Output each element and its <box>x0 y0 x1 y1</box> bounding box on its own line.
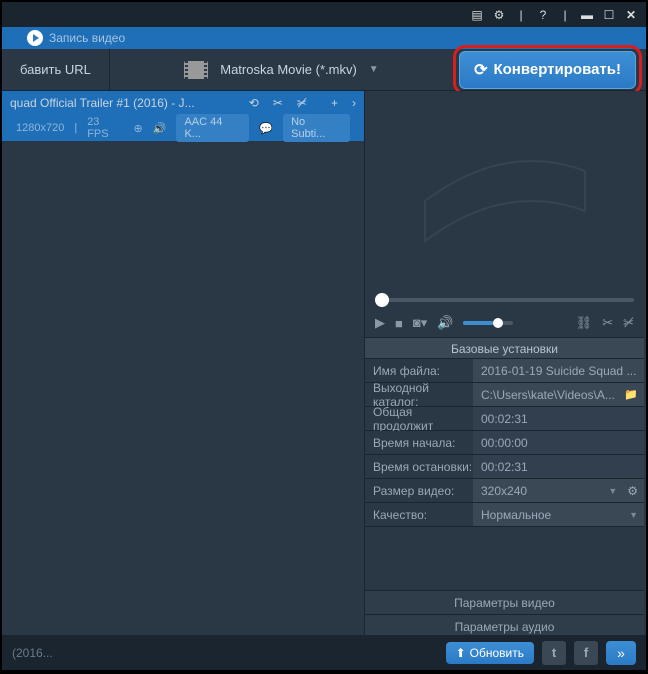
track-title: quad Official Trailer #1 (2016) - J... <box>10 96 195 110</box>
subtitle-icon[interactable]: 💬 <box>259 122 273 135</box>
update-button[interactable]: ⬆ Обновить <box>446 642 534 664</box>
divider: | <box>558 8 572 22</box>
settings-header: Базовые установки <box>365 337 644 359</box>
row-start-time: Время начала: 00:00:00 <box>365 431 644 455</box>
titlebar: ▤ ⚙ | ? | ▬ ☐ ✕ <box>2 2 646 27</box>
divider: | <box>514 8 528 22</box>
play-circle-icon <box>27 30 43 46</box>
refresh-icon: ⟳ <box>474 60 487 80</box>
row-stop-time: Время остановки: 00:02:31 <box>365 455 644 479</box>
maximize-icon[interactable]: ☐ <box>602 8 616 22</box>
subtitle-pill[interactable]: No Subti... <box>283 114 350 142</box>
convert-button-highlight: ⟳ Конвертировать! <box>453 45 642 95</box>
record-label: Запись видео <box>49 31 125 45</box>
camera-icon[interactable]: ◙▾ <box>413 315 427 331</box>
chevron-down-icon: ▼ <box>608 486 617 496</box>
facebook-button[interactable]: f <box>574 641 598 665</box>
link-icon[interactable]: ⛓ <box>576 315 593 331</box>
update-label: Обновить <box>470 646 524 660</box>
label-duration: Общая продолжит <box>365 407 473 430</box>
label-video-size: Размер видео: <box>365 479 473 502</box>
twitter-button[interactable]: t <box>542 641 566 665</box>
convert-label: Конвертировать! <box>493 61 621 78</box>
scissors-icon[interactable]: ✂ <box>602 315 613 331</box>
next-button[interactable]: » <box>606 641 636 665</box>
value-filename[interactable]: 2016-01-19 Suicide Squad ... <box>473 359 644 382</box>
video-params-button[interactable]: Параметры видео <box>365 591 644 615</box>
row-video-size: Размер видео: 320x240▼⚙ <box>365 479 644 503</box>
label-stop-time: Время остановки: <box>365 455 473 478</box>
footer-status: (2016... <box>12 646 53 660</box>
value-output-dir[interactable]: C:\Users\kate\Videos\A...📁 <box>473 383 644 406</box>
video-preview <box>365 91 644 291</box>
divider: | <box>74 122 77 134</box>
value-start-time[interactable]: 00:00:00 <box>473 431 644 454</box>
label-start-time: Время начала: <box>365 431 473 454</box>
seek-thumb[interactable] <box>375 293 389 307</box>
add-url-label: бавить URL <box>20 62 91 77</box>
volume-icon[interactable]: 🔊 <box>437 315 453 331</box>
close-icon[interactable]: ✕ <box>624 8 638 22</box>
value-stop-time[interactable]: 00:02:31 <box>473 455 644 478</box>
row-filename: Имя файла: 2016-01-19 Suicide Squad ... <box>365 359 644 383</box>
format-selector[interactable]: Matroska Movie (*.mkv) ▼ <box>110 61 453 79</box>
fps-text: 23 FPS <box>87 116 123 140</box>
close-tab-icon[interactable]: › <box>352 96 356 110</box>
gear-icon[interactable]: ⚙ <box>492 8 506 22</box>
label-quality: Качество: <box>365 503 473 526</box>
row-quality: Качество: Нормальное▼ <box>365 503 644 527</box>
track-tab[interactable]: quad Official Trailer #1 (2016) - J... ⟲… <box>2 91 364 115</box>
chevron-down-icon: ▼ <box>629 510 638 520</box>
upload-icon: ⬆ <box>456 646 466 660</box>
crosshair-icon[interactable]: ⊕ <box>134 122 143 135</box>
row-duration: Общая продолжит 00:02:31 <box>365 407 644 431</box>
value-quality[interactable]: Нормальное▼ <box>473 503 644 526</box>
audio-codec-pill[interactable]: AAC 44 K... <box>176 114 249 142</box>
value-duration: 00:02:31 <box>473 407 644 430</box>
format-text: Matroska Movie (*.mkv) <box>220 62 357 77</box>
track-details: 1280x720 | 23 FPS ⊕ 🔊 AAC 44 K... 💬 No S… <box>2 115 364 141</box>
speaker-icon[interactable]: 🔊 <box>153 122 167 135</box>
play-icon[interactable]: ▶ <box>375 315 385 331</box>
right-panel: ▶ ■ ◙▾ 🔊 ⛓ ✂ ✂̸ Базовые установки Имя фа… <box>364 91 644 639</box>
value-video-size[interactable]: 320x240▼⚙ <box>473 479 644 502</box>
add-url-button[interactable]: бавить URL <box>2 49 110 90</box>
chevron-down-icon: ▼ <box>369 64 379 75</box>
row-output-dir: Выходной каталог: C:\Users\kate\Videos\A… <box>365 383 644 407</box>
convert-button[interactable]: ⟳ Конвертировать! <box>459 51 636 89</box>
refresh-icon[interactable]: ⟲ <box>249 96 259 110</box>
help-icon[interactable]: ? <box>536 8 550 22</box>
scissors-icon[interactable]: ✂ <box>273 96 283 110</box>
gear-icon[interactable]: ⚙ <box>627 484 638 498</box>
footer: (2016... ⬆ Обновить t f » <box>2 635 646 670</box>
folder-icon[interactable]: 📁 <box>624 388 638 401</box>
crossed-scissors-icon[interactable]: ✂̸ <box>623 315 634 331</box>
label-filename: Имя файла: <box>365 359 473 382</box>
playback-controls: ▶ ■ ◙▾ 🔊 ⛓ ✂ ✂̸ <box>365 309 644 337</box>
minimize-icon[interactable]: ▬ <box>580 8 594 22</box>
volume-slider[interactable] <box>463 321 513 325</box>
list-icon[interactable]: ▤ <box>470 8 484 22</box>
stop-icon[interactable]: ■ <box>395 316 403 331</box>
seek-bar[interactable] <box>365 291 644 309</box>
add-icon[interactable]: + <box>331 96 338 110</box>
resolution-text: 1280x720 <box>16 122 64 134</box>
toolbar: бавить URL Matroska Movie (*.mkv) ▼ ⟳ Ко… <box>2 49 646 91</box>
crossed-scissors-icon[interactable]: ✂̸ <box>297 96 307 110</box>
film-icon <box>184 61 208 79</box>
film-strip-placeholder <box>415 131 595 251</box>
track-list-panel: quad Official Trailer #1 (2016) - J... ⟲… <box>2 91 364 639</box>
label-output-dir: Выходной каталог: <box>365 383 473 406</box>
